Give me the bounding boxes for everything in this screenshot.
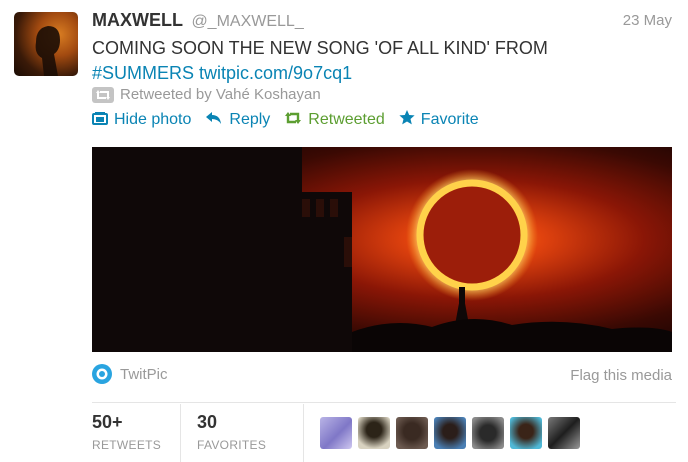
tweet-text-line: COMING SOON THE NEW SONG 'OF ALL KIND' F… bbox=[92, 38, 548, 58]
tweet-header: MAXWELL @_MAXWELL_ 23 May bbox=[92, 10, 672, 32]
retweets-count: 50+ bbox=[92, 412, 123, 432]
author-name[interactable]: MAXWELL bbox=[92, 10, 183, 30]
favorites-count: 30 bbox=[197, 412, 218, 432]
star-icon bbox=[399, 110, 415, 130]
author-avatar[interactable] bbox=[14, 12, 78, 76]
media-source[interactable]: TwitPic bbox=[92, 364, 168, 384]
twitpic-icon bbox=[92, 364, 112, 384]
avatar[interactable] bbox=[320, 417, 352, 449]
hide-photo-label: Hide photo bbox=[114, 111, 192, 128]
favorite-button[interactable]: Favorite bbox=[399, 110, 479, 130]
retweets-label: RETWEETS bbox=[92, 438, 162, 452]
avatar[interactable] bbox=[472, 417, 504, 449]
flag-media-link[interactable]: Flag this media bbox=[570, 367, 672, 384]
hashtag-link[interactable]: #SUMMERS bbox=[92, 63, 194, 83]
avatar[interactable] bbox=[548, 417, 580, 449]
tweet-photo[interactable] bbox=[92, 147, 672, 352]
stats-divider bbox=[92, 402, 676, 403]
tweet-stats: 50+ RETWEETS 30 FAVORITES bbox=[92, 404, 676, 462]
retweet-icon bbox=[92, 86, 114, 103]
avatar[interactable] bbox=[510, 417, 542, 449]
avatar[interactable] bbox=[434, 417, 466, 449]
retweets-stat[interactable]: 50+ RETWEETS bbox=[92, 404, 181, 462]
retweeted-label: Retweeted bbox=[308, 111, 385, 128]
hide-photo-button[interactable]: Hide photo bbox=[92, 110, 191, 130]
avatar[interactable] bbox=[396, 417, 428, 449]
retweeted-by-text[interactable]: Retweeted by Vahé Koshayan bbox=[120, 86, 321, 103]
favorites-stat[interactable]: 30 FAVORITES bbox=[181, 404, 304, 462]
avatar[interactable] bbox=[358, 417, 390, 449]
photo-icon bbox=[92, 111, 108, 130]
reply-label: Reply bbox=[229, 111, 271, 128]
tweet-text: COMING SOON THE NEW SONG 'OF ALL KIND' F… bbox=[92, 36, 652, 86]
reply-button[interactable]: Reply bbox=[205, 110, 270, 130]
retweet-icon bbox=[284, 111, 302, 130]
retweeter-avatars bbox=[304, 404, 580, 462]
favorite-label: Favorite bbox=[420, 111, 479, 128]
tweet-date[interactable]: 23 May bbox=[623, 12, 672, 29]
tweet-actions: Hide photo Reply Retweeted Favorite bbox=[92, 110, 479, 130]
retweeted-button[interactable]: Retweeted bbox=[284, 110, 385, 130]
media-source-label: TwitPic bbox=[120, 365, 168, 383]
author-handle[interactable]: @_MAXWELL_ bbox=[191, 13, 303, 30]
retweeted-by: Retweeted by Vahé Koshayan bbox=[92, 86, 321, 103]
twitpic-link[interactable]: twitpic.com/9o7cq1 bbox=[199, 63, 352, 83]
favorites-label: FAVORITES bbox=[197, 438, 267, 452]
reply-icon bbox=[205, 111, 223, 130]
